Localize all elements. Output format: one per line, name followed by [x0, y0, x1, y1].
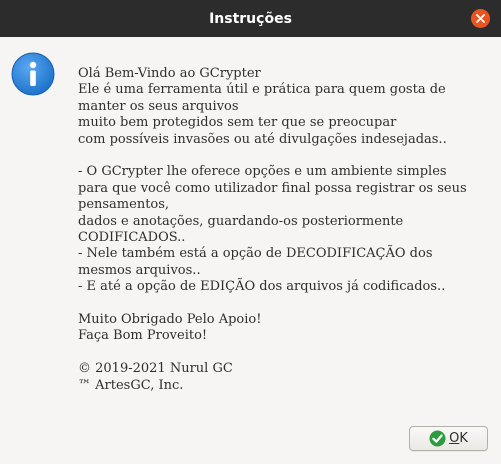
message-line: - E até a opção de EDIÇÃO dos arquivos j…	[78, 279, 446, 295]
message-line: manter os seus arquivos	[78, 98, 239, 114]
close-icon	[476, 14, 485, 23]
message-line: - O GCrypter lhe oferece opções e um amb…	[78, 164, 447, 180]
check-circle-icon	[429, 430, 446, 447]
message-line: Olá Bem-Vindo ao GCrypter	[78, 66, 261, 81]
close-button[interactable]	[471, 9, 490, 28]
message-line	[78, 148, 488, 164]
title-bar[interactable]: Instruções	[0, 0, 501, 37]
message-line: CODIFICADOS..	[78, 230, 186, 246]
message-line: com possíveis invasões ou até divulgaçõe…	[78, 131, 447, 147]
message-line: dados e anotações, guardando-os posterio…	[78, 213, 404, 229]
message-line: - Nele também está a opção de DECODIFICA…	[78, 246, 433, 262]
message-line: © 2019-2021 Nurul GC	[78, 361, 233, 377]
message-line: Muito Obrigado Pelo Apoio!	[78, 312, 262, 328]
ok-mnemonic: O	[449, 431, 460, 446]
ok-button[interactable]: OK	[409, 426, 488, 451]
ok-label-rest: K	[459, 431, 468, 446]
message-line	[78, 345, 488, 361]
dialog-message: Olá Bem-Vindo ao GCrypter Ele é uma ferra…	[78, 66, 488, 394]
message-line: para que você como utilizador final poss…	[78, 180, 467, 196]
info-icon	[11, 52, 55, 96]
message-line: Faça Bom Proveito!	[78, 328, 208, 344]
message-line: Ele é uma ferramenta útil e prática para…	[78, 82, 446, 98]
message-line: mesmos arquivos..	[78, 262, 201, 278]
window-title: Instruções	[209, 10, 292, 27]
message-line: ™ ArtesGC, Inc.	[78, 377, 184, 393]
dialog-window: Instruções Olá Bem-Vindo ao GCrypter Ele …	[0, 0, 501, 464]
message-line: pensamentos,	[78, 197, 170, 213]
message-line: muito bem protegidos sem ter que se preo…	[78, 115, 397, 131]
message-line	[78, 296, 488, 312]
ok-button-label: OK	[449, 431, 468, 446]
